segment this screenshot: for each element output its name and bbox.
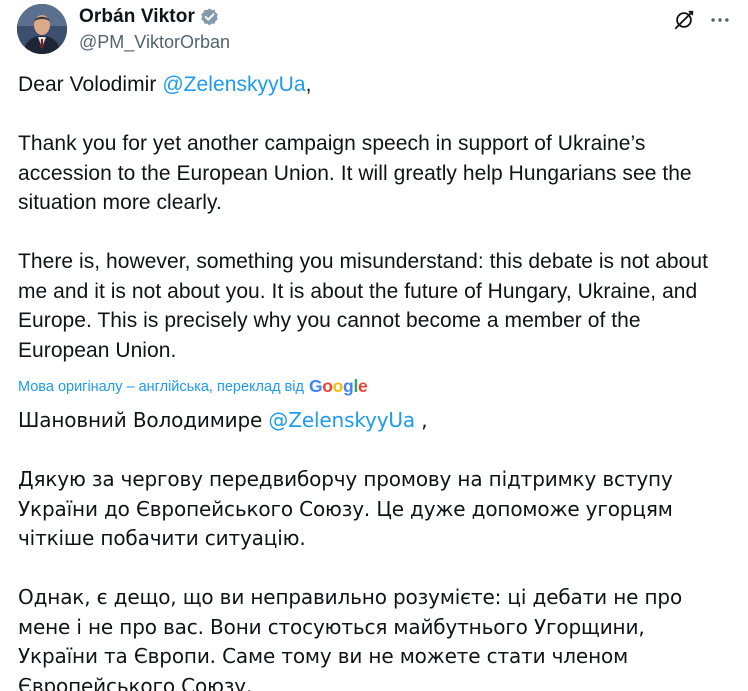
translation-note-text: Мова оригіналу – англійська, переклад ві… — [18, 379, 304, 395]
translated-greeting: Шановний Володимире @ZelenskyyUa , — [18, 406, 730, 436]
translated-greeting-text: Шановний Володимире — [18, 408, 269, 432]
more-options-icon[interactable] — [709, 9, 731, 31]
author-display-name[interactable]: Orbán Viktor — [79, 6, 195, 28]
name-row: Orbán Viktor — [79, 5, 230, 29]
tweet-paragraph-2: There is, however, something you misunde… — [18, 250, 708, 362]
author-block: Orbán Viktor @PM_ViktorOrban — [79, 5, 230, 53]
verified-badge-icon — [199, 7, 220, 28]
greeting-suffix: , — [305, 73, 312, 96]
tweet-paragraph-1: Thank you for yet another campaign speec… — [18, 132, 692, 214]
avatar-image — [17, 4, 67, 54]
tweet-header: Orbán Viktor @PM_ViktorOrban — [17, 4, 731, 56]
tweet-greeting: Dear Volodimir @ZelenskyyUa, — [18, 70, 730, 100]
avatar[interactable] — [17, 4, 67, 54]
mention-link[interactable]: @ZelenskyyUa — [162, 73, 305, 96]
google-logo-icon: Google — [308, 375, 368, 396]
translated-paragraph-2: Однак, є дещо, що ви неправильно розуміє… — [18, 585, 683, 691]
translated-greeting-suffix: , — [415, 408, 428, 432]
translation-attribution[interactable]: Мова оригіналу – англійська, переклад ві… — [18, 375, 368, 398]
grok-icon[interactable] — [673, 9, 695, 31]
translated-text: Шановний Володимире @ZelenskyyUa , Дякую… — [18, 406, 730, 691]
greeting-text: Dear Volodimir — [18, 73, 163, 96]
translated-paragraph-1: Дякую за чергову передвиборчу промову на… — [18, 467, 673, 550]
translated-mention-link[interactable]: @ZelenskyyUa — [268, 408, 415, 432]
tweet-text: Dear Volodimir @ZelenskyyUa, Thank you f… — [18, 70, 730, 365]
author-handle[interactable]: @PM_ViktorOrban — [79, 32, 230, 53]
